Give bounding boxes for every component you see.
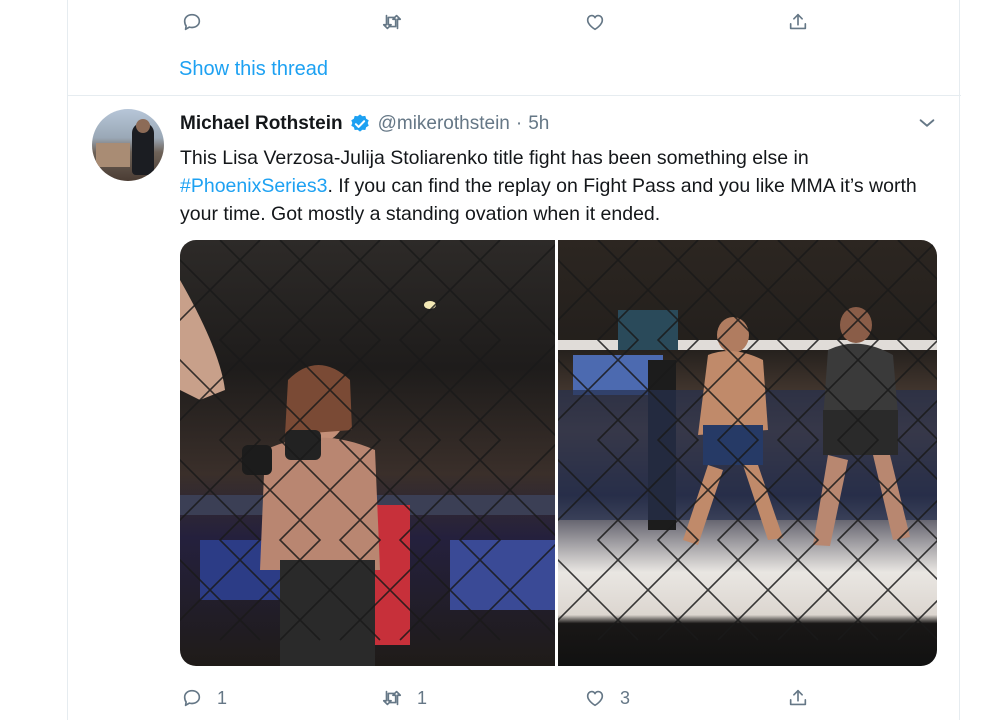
cage-photo-left	[180, 240, 555, 666]
tweet-text: This Lisa Verzosa-Julija Stoliarenko tit…	[180, 144, 950, 228]
header-separator: ·	[515, 113, 523, 134]
avatar-head	[136, 119, 150, 133]
like-icon	[586, 690, 604, 707]
reply-count: 1	[217, 687, 228, 708]
share-icon	[789, 13, 807, 30]
reply-button[interactable]: 1	[181, 682, 227, 714]
cage-photo-right	[558, 240, 937, 641]
author-name[interactable]: Michael Rothstein	[180, 113, 343, 135]
share-button[interactable]	[787, 682, 809, 714]
tweet-actions: 1 1 3	[181, 682, 821, 714]
photo-right[interactable]	[558, 240, 937, 666]
reply-button[interactable]	[181, 6, 217, 38]
hashtag-link[interactable]: #PhoenixSeries3	[180, 175, 327, 197]
like-button[interactable]: 3	[584, 682, 630, 714]
author-handle[interactable]: @mikerothstein	[378, 113, 510, 135]
like-button[interactable]	[584, 6, 620, 38]
tweet-divider	[68, 95, 961, 96]
reply-icon	[183, 13, 201, 31]
like-icon	[586, 14, 604, 31]
verified-icon	[350, 114, 369, 132]
retweet-icon	[382, 690, 402, 706]
timeline-column: Show this thread Michael Rothstein @mike…	[67, 0, 961, 720]
show-thread-link[interactable]: Show this thread	[179, 58, 328, 81]
previous-tweet-actions	[181, 6, 821, 38]
retweet-button[interactable]: 1	[381, 682, 427, 714]
tweet-media	[180, 240, 937, 666]
like-count: 3	[620, 687, 631, 708]
retweet-count: 1	[417, 687, 428, 708]
retweet-icon	[382, 14, 402, 30]
share-icon	[789, 689, 807, 706]
tweet-header: Michael Rothstein @mikerothstein · 5h	[180, 111, 549, 137]
reply-icon	[183, 689, 201, 707]
chevron-down-icon[interactable]	[916, 112, 938, 134]
tweet-timestamp[interactable]: 5h	[528, 113, 549, 135]
avatar[interactable]	[92, 109, 164, 181]
share-button[interactable]	[787, 6, 809, 38]
tweet-text-before: This Lisa Verzosa-Julija Stoliarenko tit…	[180, 147, 809, 169]
retweet-button[interactable]	[381, 6, 417, 38]
photo-left[interactable]	[180, 240, 555, 666]
avatar-building	[96, 143, 130, 167]
